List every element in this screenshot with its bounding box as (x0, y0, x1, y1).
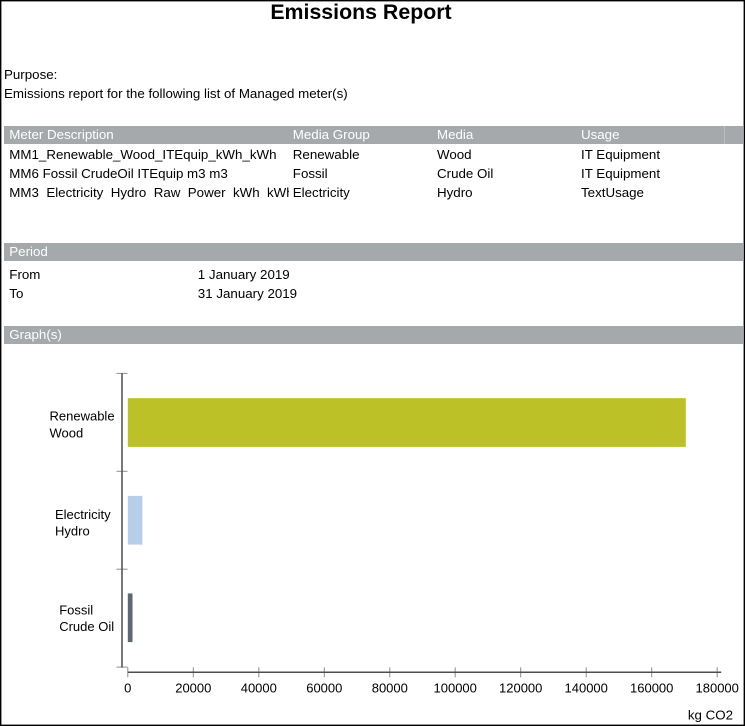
svg-text:100000: 100000 (434, 681, 477, 696)
svg-text:0: 0 (124, 681, 131, 696)
svg-text:Wood: Wood (50, 425, 84, 440)
svg-text:120000: 120000 (499, 681, 542, 696)
svg-text:Electricity: Electricity (55, 507, 111, 522)
svg-text:Crude Oil: Crude Oil (59, 619, 114, 634)
svg-text:Fossil: Fossil (59, 602, 93, 617)
svg-text:Renewable: Renewable (50, 409, 115, 424)
svg-text:140000: 140000 (565, 681, 608, 696)
svg-text:40000: 40000 (241, 681, 277, 696)
svg-text:Hydro: Hydro (55, 524, 90, 539)
svg-text:160000: 160000 (630, 681, 673, 696)
svg-text:80000: 80000 (372, 681, 408, 696)
svg-text:20000: 20000 (175, 681, 211, 696)
svg-text:60000: 60000 (306, 681, 342, 696)
svg-text:180000: 180000 (696, 681, 739, 696)
svg-text:kg CO2: kg CO2 (688, 707, 733, 722)
